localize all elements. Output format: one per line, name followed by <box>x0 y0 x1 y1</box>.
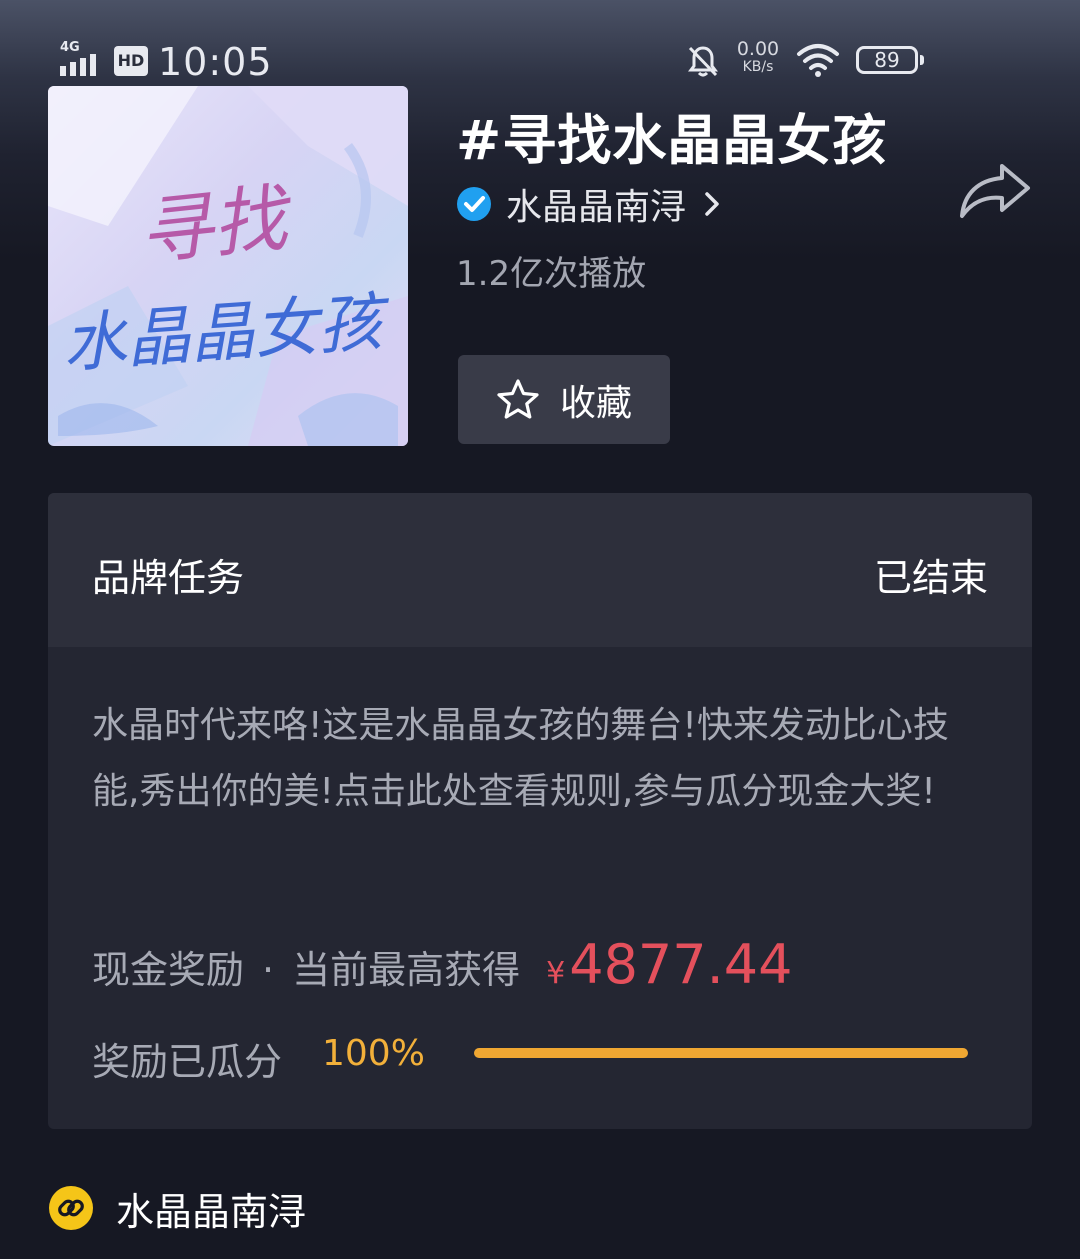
network-type: 4G <box>60 40 80 55</box>
favorite-label: 收藏 <box>559 382 632 424</box>
reward-progress-row: 奖励已瓜分 100% <box>92 1023 992 1084</box>
cash-reward-label: 现金奖励 <box>92 948 245 992</box>
network-speed-unit: KB/s <box>742 59 774 75</box>
hd-badge: HD <box>114 46 148 76</box>
clock: 10:05 <box>158 40 273 84</box>
cash-amount: 4877.44 <box>569 933 793 996</box>
star-icon <box>497 378 539 419</box>
network-speed-value: 0.00 <box>736 38 780 60</box>
verified-icon <box>457 187 491 221</box>
related-account-name: 水晶晶南浔 <box>116 1189 307 1234</box>
related-account-link[interactable]: 水晶晶南浔 <box>48 1180 306 1236</box>
task-status: 已结束 <box>873 556 988 600</box>
separator-dot: · <box>262 948 275 992</box>
card-header: 品牌任务 已结束 <box>48 493 1032 647</box>
progress-bar <box>474 1048 968 1058</box>
cash-reward-row: 现金奖励 · 当前最高获得 ¥ 4877.44 <box>92 933 793 1003</box>
network-speed: 0.00 KB/s <box>730 40 786 76</box>
topic-title: #寻找水晶晶女孩 <box>456 109 888 172</box>
creator-link[interactable]: 水晶晶南浔 <box>456 180 722 228</box>
favorite-button[interactable]: 收藏 <box>458 355 670 444</box>
share-icon[interactable] <box>958 160 1032 220</box>
wifi-icon <box>797 44 839 77</box>
progress-percent: 100% <box>322 1033 425 1074</box>
progress-bar-fill <box>474 1048 968 1058</box>
status-bar: 4G HD 10:05 0.00 KB/s 89 <box>0 0 1080 90</box>
bell-off-icon <box>688 46 718 77</box>
creator-name: 水晶晶南浔 <box>506 187 687 228</box>
cover-lettering: 寻找 <box>134 175 291 277</box>
card-title: 品牌任务 <box>92 556 245 600</box>
link-icon <box>49 1186 93 1230</box>
currency-symbol: ¥ <box>546 956 566 991</box>
brand-task-card[interactable]: 品牌任务 已结束 水晶时代来咯!这是水晶晶女孩的舞台!快来发动比心技能,秀出你的… <box>48 493 1032 1129</box>
cash-reward-sublabel: 当前最高获得 <box>292 948 521 992</box>
chevron-right-icon <box>705 192 719 216</box>
battery-indicator: 89 <box>856 46 924 74</box>
play-count: 1.2亿次播放 <box>456 254 647 294</box>
task-description[interactable]: 水晶时代来咯!这是水晶晶女孩的舞台!快来发动比心技能,秀出你的美!点击此处查看规… <box>92 693 992 825</box>
topic-cover-image: 寻找 水晶晶女孩 <box>48 86 408 446</box>
progress-label: 奖励已瓜分 <box>92 1040 283 1084</box>
signal-icon: 4G <box>58 40 104 76</box>
